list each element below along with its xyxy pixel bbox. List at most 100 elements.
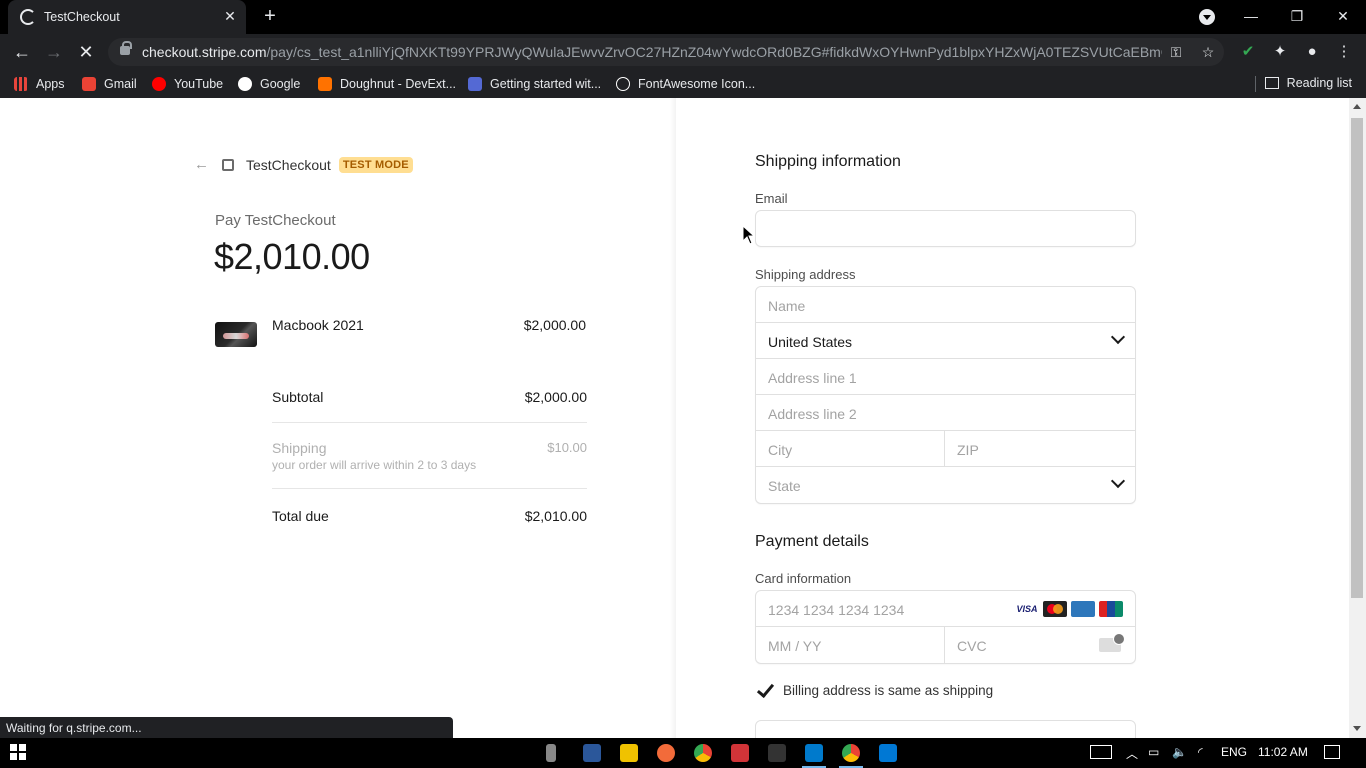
back-arrow-icon[interactable]: ← [194,156,209,173]
amex-icon [1071,601,1095,617]
microphone-icon[interactable] [546,744,556,762]
address-line2-placeholder: Address line 2 [768,406,857,422]
app-icon[interactable] [768,744,786,762]
battery-icon[interactable]: ▭ [1148,745,1159,759]
line-item-price: $2,000.00 [523,317,586,333]
notifications-icon[interactable] [1324,745,1340,759]
todo-icon[interactable] [731,744,749,762]
windows-taskbar: ︿ ▭ 🔈 ◜ ENG 11:02 AM [0,738,1366,768]
youtube-icon [152,77,166,91]
reading-list-icon [1264,77,1279,89]
visa-icon: VISA [1015,601,1039,617]
expiry-cvc-row: MM / YY CVC [756,627,1135,663]
shipping-value: $10.00 [547,440,587,455]
keyboard-icon[interactable] [1090,745,1112,759]
card-info-group: 1234 1234 1234 1234 VISA MM / YY CVC [755,590,1136,664]
card-number-field[interactable]: 1234 1234 1234 1234 VISA [756,591,1135,627]
bookmark-apps[interactable]: Apps [14,76,65,92]
country-select[interactable]: United States [756,323,1135,359]
scroll-thumb[interactable] [1351,118,1363,598]
zip-field[interactable]: ZIP [945,431,1135,467]
devextreme-icon [318,77,332,91]
close-window-button[interactable]: ✕ [1320,0,1366,34]
status-bubble: Waiting for q.stripe.com... [0,717,453,738]
bookmark-google[interactable]: Google [238,76,300,92]
panel-divider [670,98,676,738]
chrome-icon[interactable] [694,744,712,762]
minimize-button[interactable]: — [1228,0,1274,34]
vscode-icon[interactable] [805,744,823,762]
merchant-name[interactable]: TestCheckout [246,157,331,173]
volume-icon[interactable]: 🔈 [1172,745,1187,759]
google-icon [238,77,252,91]
mastercard-icon [1043,601,1067,617]
url-text[interactable]: checkout.stripe.com/pay/cs_test_a1nlliYj… [142,44,1162,60]
chevron-down-icon [1110,329,1126,345]
word-icon[interactable] [583,744,601,762]
forward-button[interactable]: → [42,40,66,64]
tab-close-icon[interactable]: ✕ [222,8,238,24]
email-field[interactable] [755,210,1136,247]
outlook-icon[interactable] [879,744,897,762]
postman-icon[interactable] [657,744,675,762]
cvc-placeholder: CVC [957,638,987,654]
bookmark-getting-started[interactable]: Getting started wit... [468,76,601,92]
chevron-up-icon[interactable]: ︿ [1126,745,1138,762]
fontawesome-icon [616,77,630,91]
windows-start-icon[interactable] [10,744,28,762]
chrome-active-icon[interactable] [842,744,860,762]
clock[interactable]: 11:02 AM [1258,745,1308,759]
extensions-puzzle-icon[interactable]: ✦ [1270,42,1290,62]
cvc-field[interactable]: CVC [945,627,1135,663]
save-info-box[interactable] [755,720,1136,738]
bookmarks-bar: Apps Gmail YouTube Google Doughnut - Dev… [0,70,1366,98]
tab-title: TestCheckout [44,10,120,24]
bookmark-doughnut[interactable]: Doughnut - DevExt... [318,76,456,92]
reading-list-button[interactable]: Reading list [1264,76,1352,90]
billing-same-label[interactable]: Billing address is same as shipping [783,683,993,698]
total-row: Total due $2,010.00 [272,508,587,524]
bookmark-star-icon[interactable]: ☆ [1198,42,1218,62]
language-indicator[interactable]: ENG [1221,745,1247,759]
bookmark-gmail[interactable]: Gmail [82,76,137,92]
bookmark-youtube[interactable]: YouTube [152,76,223,92]
address-line1-field[interactable]: Address line 1 [756,359,1135,395]
back-button[interactable]: ← [10,40,34,64]
state-select[interactable]: State [756,467,1135,503]
new-tab-button[interactable]: + [260,6,280,26]
payment-details-title: Payment details [755,533,869,550]
pay-label: Pay TestCheckout [215,212,336,229]
expiry-placeholder: MM / YY [768,638,822,654]
bookmarks-divider [1255,76,1256,92]
expiry-field[interactable]: MM / YY [756,627,945,663]
browser-toolbar: ← → ✕ checkout.stripe.com/pay/cs_test_a1… [0,34,1366,70]
checkout-page: ← TestCheckout TEST MODE Pay TestCheckou… [0,98,1366,738]
menu-kebab-icon[interactable]: ⋮ [1334,42,1354,62]
stop-loading-button[interactable]: ✕ [74,40,98,64]
tab-search-icon[interactable] [1199,9,1215,25]
total-value: $2,010.00 [524,508,587,524]
apps-grid-icon [14,77,28,91]
file-explorer-icon[interactable] [620,744,638,762]
restore-button[interactable]: ❐ [1274,0,1320,34]
product-image [215,322,257,347]
key-icon[interactable]: ⚿ [1166,42,1186,62]
summary-divider [272,422,587,423]
billing-same-checkbox[interactable] [755,680,775,700]
bookmark-fontawesome[interactable]: FontAwesome Icon... [616,76,755,92]
total-label: Total due [272,508,329,524]
address-bar[interactable]: checkout.stripe.com/pay/cs_test_a1nlliYj… [108,38,1224,66]
address-line2-field[interactable]: Address line 2 [756,395,1135,431]
merchant-header: ← TestCheckout TEST MODE [194,156,413,173]
scroll-down-icon[interactable] [1353,726,1361,731]
city-field[interactable]: City [756,431,945,467]
summary-divider [272,488,587,489]
profile-avatar-icon[interactable]: ● [1302,42,1322,62]
wifi-icon[interactable]: ◜ [1198,745,1203,759]
browser-tab[interactable]: TestCheckout ✕ [8,0,246,34]
page-scrollbar[interactable] [1349,98,1366,738]
state-placeholder: State [768,478,801,494]
scroll-up-icon[interactable] [1353,104,1361,109]
extension-shield-icon[interactable]: ✔ [1238,42,1258,62]
name-field[interactable]: Name [756,287,1135,323]
